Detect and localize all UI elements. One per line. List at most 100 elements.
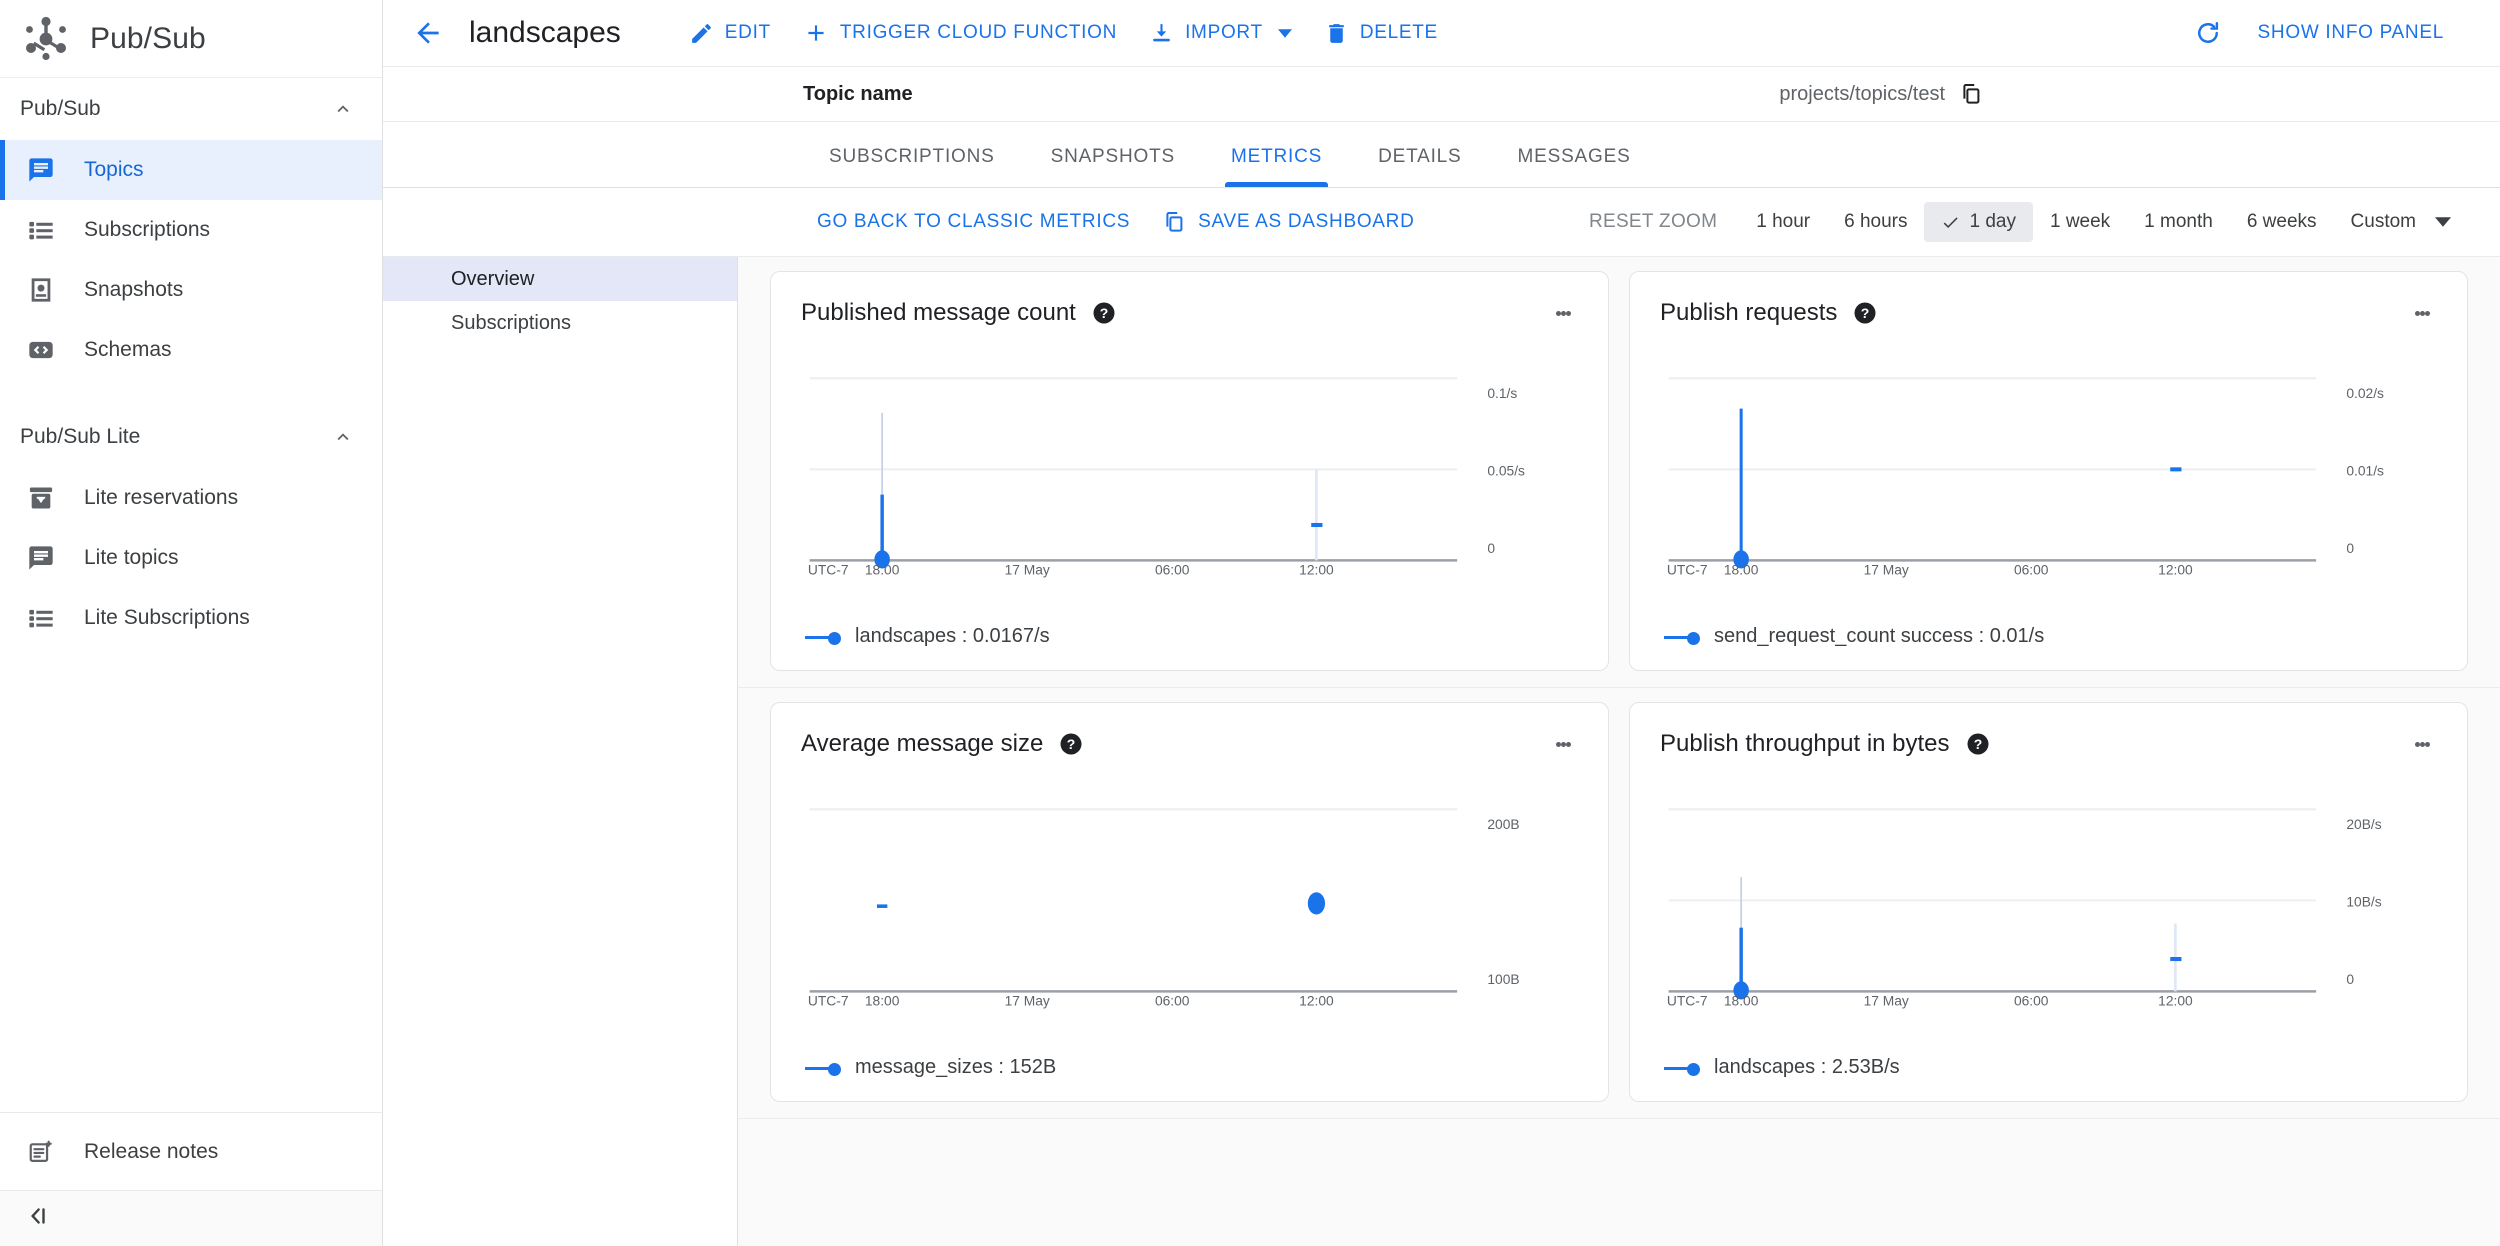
go-back-classic-metrics-button[interactable]: GO BACK TO CLASSIC METRICS	[801, 202, 1146, 242]
import-button-label: IMPORT	[1185, 22, 1263, 43]
chart-card-average-message-size: Average message size ? 200B 100B UTC-7 1…	[770, 702, 1609, 1102]
tab-subscriptions[interactable]: SUBSCRIPTIONS	[801, 146, 1023, 187]
tab-messages[interactable]: MESSAGES	[1490, 146, 1659, 187]
help-circle-icon[interactable]: ?	[1059, 732, 1083, 756]
copy-icon[interactable]	[1959, 82, 1983, 106]
tab-details[interactable]: DETAILS	[1350, 146, 1489, 187]
svg-text:0.1/s: 0.1/s	[1487, 385, 1517, 401]
legend-label: landscapes : 2.53B/s	[1714, 1056, 1900, 1078]
range-option-label: 1 day	[1969, 211, 2016, 232]
topic-name-label: Topic name	[803, 82, 913, 105]
chart-legend[interactable]: send_request_count success : 0.01/s	[1660, 625, 2437, 648]
sidebar-item-release-notes[interactable]: Release notes	[0, 1112, 382, 1190]
list-icon	[26, 603, 56, 633]
refresh-button[interactable]	[2180, 9, 2236, 57]
top-action-bar: landscapes EDIT TRIGGER CLOUD FUNCTION I…	[383, 0, 2500, 66]
svg-text:10B/s: 10B/s	[2346, 893, 2381, 909]
sidebar-item-schemas[interactable]: Schemas	[0, 320, 382, 380]
trash-icon	[1324, 21, 1349, 46]
help-circle-icon[interactable]: ?	[1966, 732, 1990, 756]
svg-text:UTC-7: UTC-7	[808, 993, 849, 1009]
help-circle-icon[interactable]: ?	[1092, 301, 1116, 325]
edit-button[interactable]: EDIT	[673, 11, 787, 56]
svg-text:18:00: 18:00	[865, 993, 900, 1009]
chart-plot[interactable]: 200B 100B UTC-7 18:00 17 May 06:00 12:00	[801, 781, 1578, 1044]
svg-text:17 May: 17 May	[1005, 562, 1050, 578]
tab-snapshots[interactable]: SNAPSHOTS	[1023, 146, 1203, 187]
help-circle-icon[interactable]: ?	[1853, 301, 1877, 325]
sidebar-item-lite-topics[interactable]: Lite topics	[0, 528, 382, 588]
topic-name-value: projects/topics/test	[1779, 82, 1945, 105]
svg-text:06:00: 06:00	[1155, 993, 1190, 1009]
svg-text:06:00: 06:00	[1155, 562, 1190, 578]
nav-section-pubsublite-header[interactable]: Pub/Sub Lite	[0, 406, 382, 468]
chart-title: Publish throughput in bytes	[1660, 730, 1950, 757]
svg-text:0: 0	[1487, 540, 1495, 556]
import-button[interactable]: IMPORT	[1133, 11, 1308, 56]
app-root: Pub/Sub Pub/Sub Topics Subscriptions Sna…	[0, 0, 2500, 1246]
chevron-up-icon	[332, 426, 354, 448]
subnav-item-subscriptions[interactable]: Subscriptions	[383, 301, 737, 345]
svg-text:18:00: 18:00	[1724, 993, 1759, 1009]
pubsub-node-graph-icon	[22, 15, 70, 63]
chart-plot[interactable]: 20B/s 10B/s 0 UTC-7 18:00 17 May 06:00 1…	[1660, 781, 2437, 1044]
chart-title: Average message size	[801, 730, 1044, 757]
pencil-icon	[689, 21, 714, 46]
tab-metrics[interactable]: METRICS	[1203, 146, 1350, 187]
topbar-right-group: SHOW INFO PANEL	[2180, 9, 2470, 57]
snapshot-icon	[26, 275, 56, 305]
range-option-6-hours[interactable]: 6 hours	[1827, 202, 1924, 242]
nav-section-pubsub-header[interactable]: Pub/Sub	[0, 78, 382, 140]
chart-card-header: Average message size ?	[801, 729, 1578, 759]
chart-legend[interactable]: message_sizes : 152B	[801, 1056, 1578, 1079]
sidebar-item-lite-subscriptions[interactable]: Lite Subscriptions	[0, 588, 382, 648]
sidebar-item-label: Lite Subscriptions	[84, 606, 250, 629]
svg-text:06:00: 06:00	[2014, 562, 2049, 578]
chevron-up-icon	[332, 98, 354, 120]
kebab-menu-icon[interactable]	[2407, 298, 2437, 328]
save-as-dashboard-button[interactable]: SAVE AS DASHBOARD	[1146, 201, 1430, 243]
range-option-1-hour[interactable]: 1 hour	[1739, 202, 1827, 242]
chart-card-publish-requests: Publish requests ? 0.02/s 0.01/s 0 UTC-7…	[1629, 271, 2468, 671]
collapse-left-icon[interactable]	[24, 1203, 50, 1234]
range-option-custom[interactable]: Custom	[2334, 202, 2468, 242]
code-brackets-icon	[26, 335, 56, 365]
show-info-panel-button[interactable]: SHOW INFO PANEL	[2242, 12, 2460, 54]
chart-legend[interactable]: landscapes : 2.53B/s	[1660, 1056, 2437, 1079]
sidebar-item-lite-reservations[interactable]: Lite reservations	[0, 468, 382, 528]
release-notes-label: Release notes	[84, 1139, 219, 1163]
nav-section-label: Pub/Sub	[20, 97, 101, 120]
delete-button[interactable]: DELETE	[1308, 11, 1454, 56]
brand-header: Pub/Sub	[0, 0, 382, 78]
range-option-label: Custom	[2350, 211, 2416, 232]
brand-title: Pub/Sub	[90, 21, 206, 55]
sidebar-item-snapshots[interactable]: Snapshots	[0, 260, 382, 320]
sidebar-item-subscriptions[interactable]: Subscriptions	[0, 200, 382, 260]
sidebar-item-label: Schemas	[84, 338, 172, 361]
chart-legend[interactable]: landscapes : 0.0167/s	[801, 625, 1578, 648]
range-option-1-day[interactable]: 1 day	[1924, 202, 2033, 242]
chart-row-2: Average message size ? 200B 100B UTC-7 1…	[738, 688, 2500, 1119]
svg-text:20B/s: 20B/s	[2346, 816, 2381, 832]
chart-axis-labels: 200B 100B UTC-7 18:00 17 May 06:00 12:00	[808, 816, 1520, 1009]
svg-text:?: ?	[1861, 305, 1870, 321]
sidebar-item-label: Lite reservations	[84, 486, 239, 509]
kebab-menu-icon[interactable]	[1548, 729, 1578, 759]
chart-plot[interactable]: 0.02/s 0.01/s 0 UTC-7 18:00 17 May 06:00…	[1660, 350, 2437, 613]
subnav-item-overview[interactable]: Overview	[383, 257, 737, 301]
svg-text:?: ?	[1973, 736, 1982, 752]
range-option-1-week[interactable]: 1 week	[2033, 202, 2127, 242]
kebab-menu-icon[interactable]	[1548, 298, 1578, 328]
range-option-1-month[interactable]: 1 month	[2127, 202, 2230, 242]
svg-text:UTC-7: UTC-7	[808, 562, 849, 578]
svg-text:UTC-7: UTC-7	[1667, 993, 1708, 1009]
sidebar-collapse-bar[interactable]	[0, 1190, 382, 1246]
trigger-cloud-function-button[interactable]: TRIGGER CLOUD FUNCTION	[787, 10, 1133, 56]
kebab-menu-icon[interactable]	[2407, 729, 2437, 759]
range-option-6-weeks[interactable]: 6 weeks	[2230, 202, 2334, 242]
chart-plot[interactable]: 0.1/s 0.05/s 0 UTC-7 18:00 17 May 06:00 …	[801, 350, 1578, 613]
arrow-left-icon[interactable]	[405, 10, 451, 56]
sidebar-item-topics[interactable]: Topics	[0, 140, 382, 200]
legend-label: send_request_count success : 0.01/s	[1714, 625, 2045, 647]
reset-zoom-button[interactable]: RESET ZOOM	[1589, 211, 1717, 233]
